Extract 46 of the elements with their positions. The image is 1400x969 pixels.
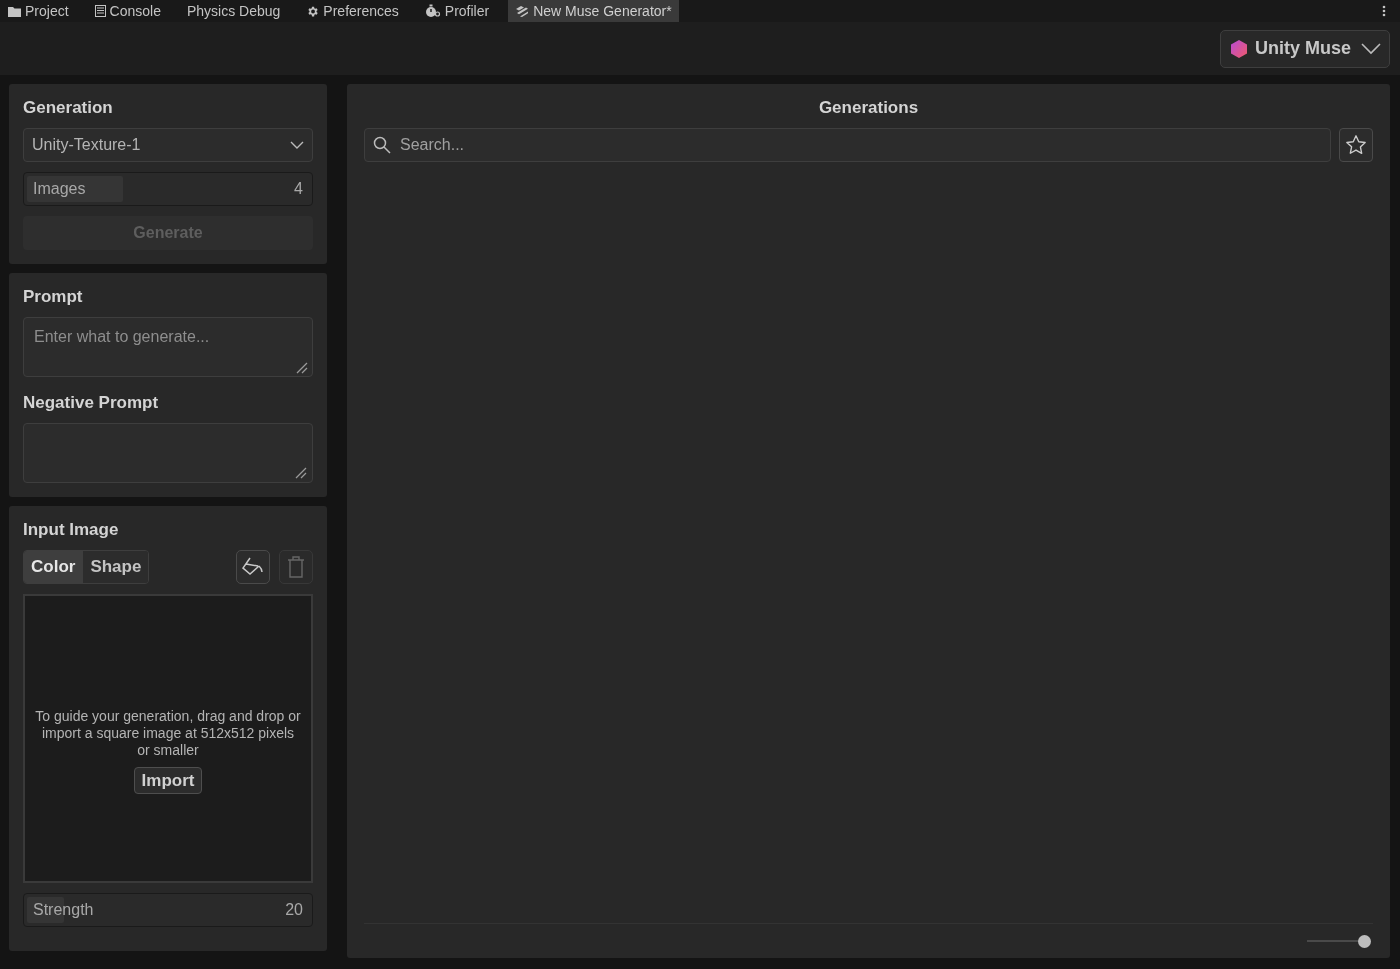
stopwatch-icon	[424, 4, 441, 18]
settings-icon	[306, 4, 320, 18]
list-icon	[94, 5, 106, 17]
account-dropdown[interactable]: Unity Muse	[1220, 29, 1390, 68]
editor-tab[interactable]: Project	[1, 0, 76, 22]
editor-tab[interactable]: Physics Debug	[179, 0, 288, 22]
prompt-field[interactable]: Enter what to generate...	[23, 317, 313, 377]
editor-tab[interactable]: Console	[87, 0, 168, 22]
folder-icon	[8, 5, 21, 17]
search-field[interactable]: Search...	[364, 128, 1331, 162]
editor-tab[interactable]: New Muse Generator*	[508, 0, 679, 22]
section-title: Input Image	[23, 520, 120, 540]
slider-thumb[interactable]	[1358, 934, 1371, 948]
search-icon	[373, 136, 391, 154]
editor-tab[interactable]: Preferences	[299, 0, 406, 22]
trash-icon	[287, 556, 305, 578]
negative-prompt-field[interactable]	[23, 423, 313, 483]
panel-title: Generations	[818, 98, 919, 118]
section-title: Prompt	[23, 287, 84, 307]
drop-hint-text: To guide your generation, drag and drop or import a square image at 512x512 pixels or smaller	[35, 707, 301, 759]
star-icon	[1345, 134, 1367, 156]
value-slider[interactable]: Strength 20	[23, 893, 313, 927]
paint-bucket-button[interactable]	[236, 550, 270, 584]
slider-label: Strength	[33, 900, 94, 920]
muse-icon	[515, 4, 530, 18]
section-title: Generation	[23, 98, 114, 118]
import-button[interactable]: Import	[133, 766, 203, 794]
paint-bucket-icon	[241, 556, 265, 578]
value-slider[interactable]: Images 4	[23, 172, 313, 206]
editor-tab[interactable]: Profiler	[417, 0, 497, 22]
mode-tab[interactable]: Color	[24, 551, 83, 583]
chevron-down-icon	[290, 141, 304, 149]
model-dropdown[interactable]: Unity-Texture-1	[23, 128, 313, 162]
mode-tab[interactable]: Shape	[82, 551, 149, 583]
resize-handle-icon[interactable]	[295, 467, 307, 479]
slider-value: 4	[294, 179, 303, 199]
favorites-button[interactable]	[1339, 128, 1373, 162]
chevron-down-icon	[1361, 42, 1381, 55]
section-title: Negative Prompt	[23, 393, 160, 413]
more-options-icon[interactable]	[1382, 5, 1386, 17]
hexagon-logo-icon	[1229, 38, 1249, 59]
slider-value: 20	[285, 900, 303, 920]
slider-label: Images	[33, 179, 86, 199]
image-drop-area[interactable]: To guide your generation, drag and drop or import a square image at 512x512 pixels or smaller Import	[23, 594, 313, 883]
resize-handle-icon[interactable]	[296, 362, 308, 374]
zoom-slider[interactable]	[1307, 934, 1371, 948]
